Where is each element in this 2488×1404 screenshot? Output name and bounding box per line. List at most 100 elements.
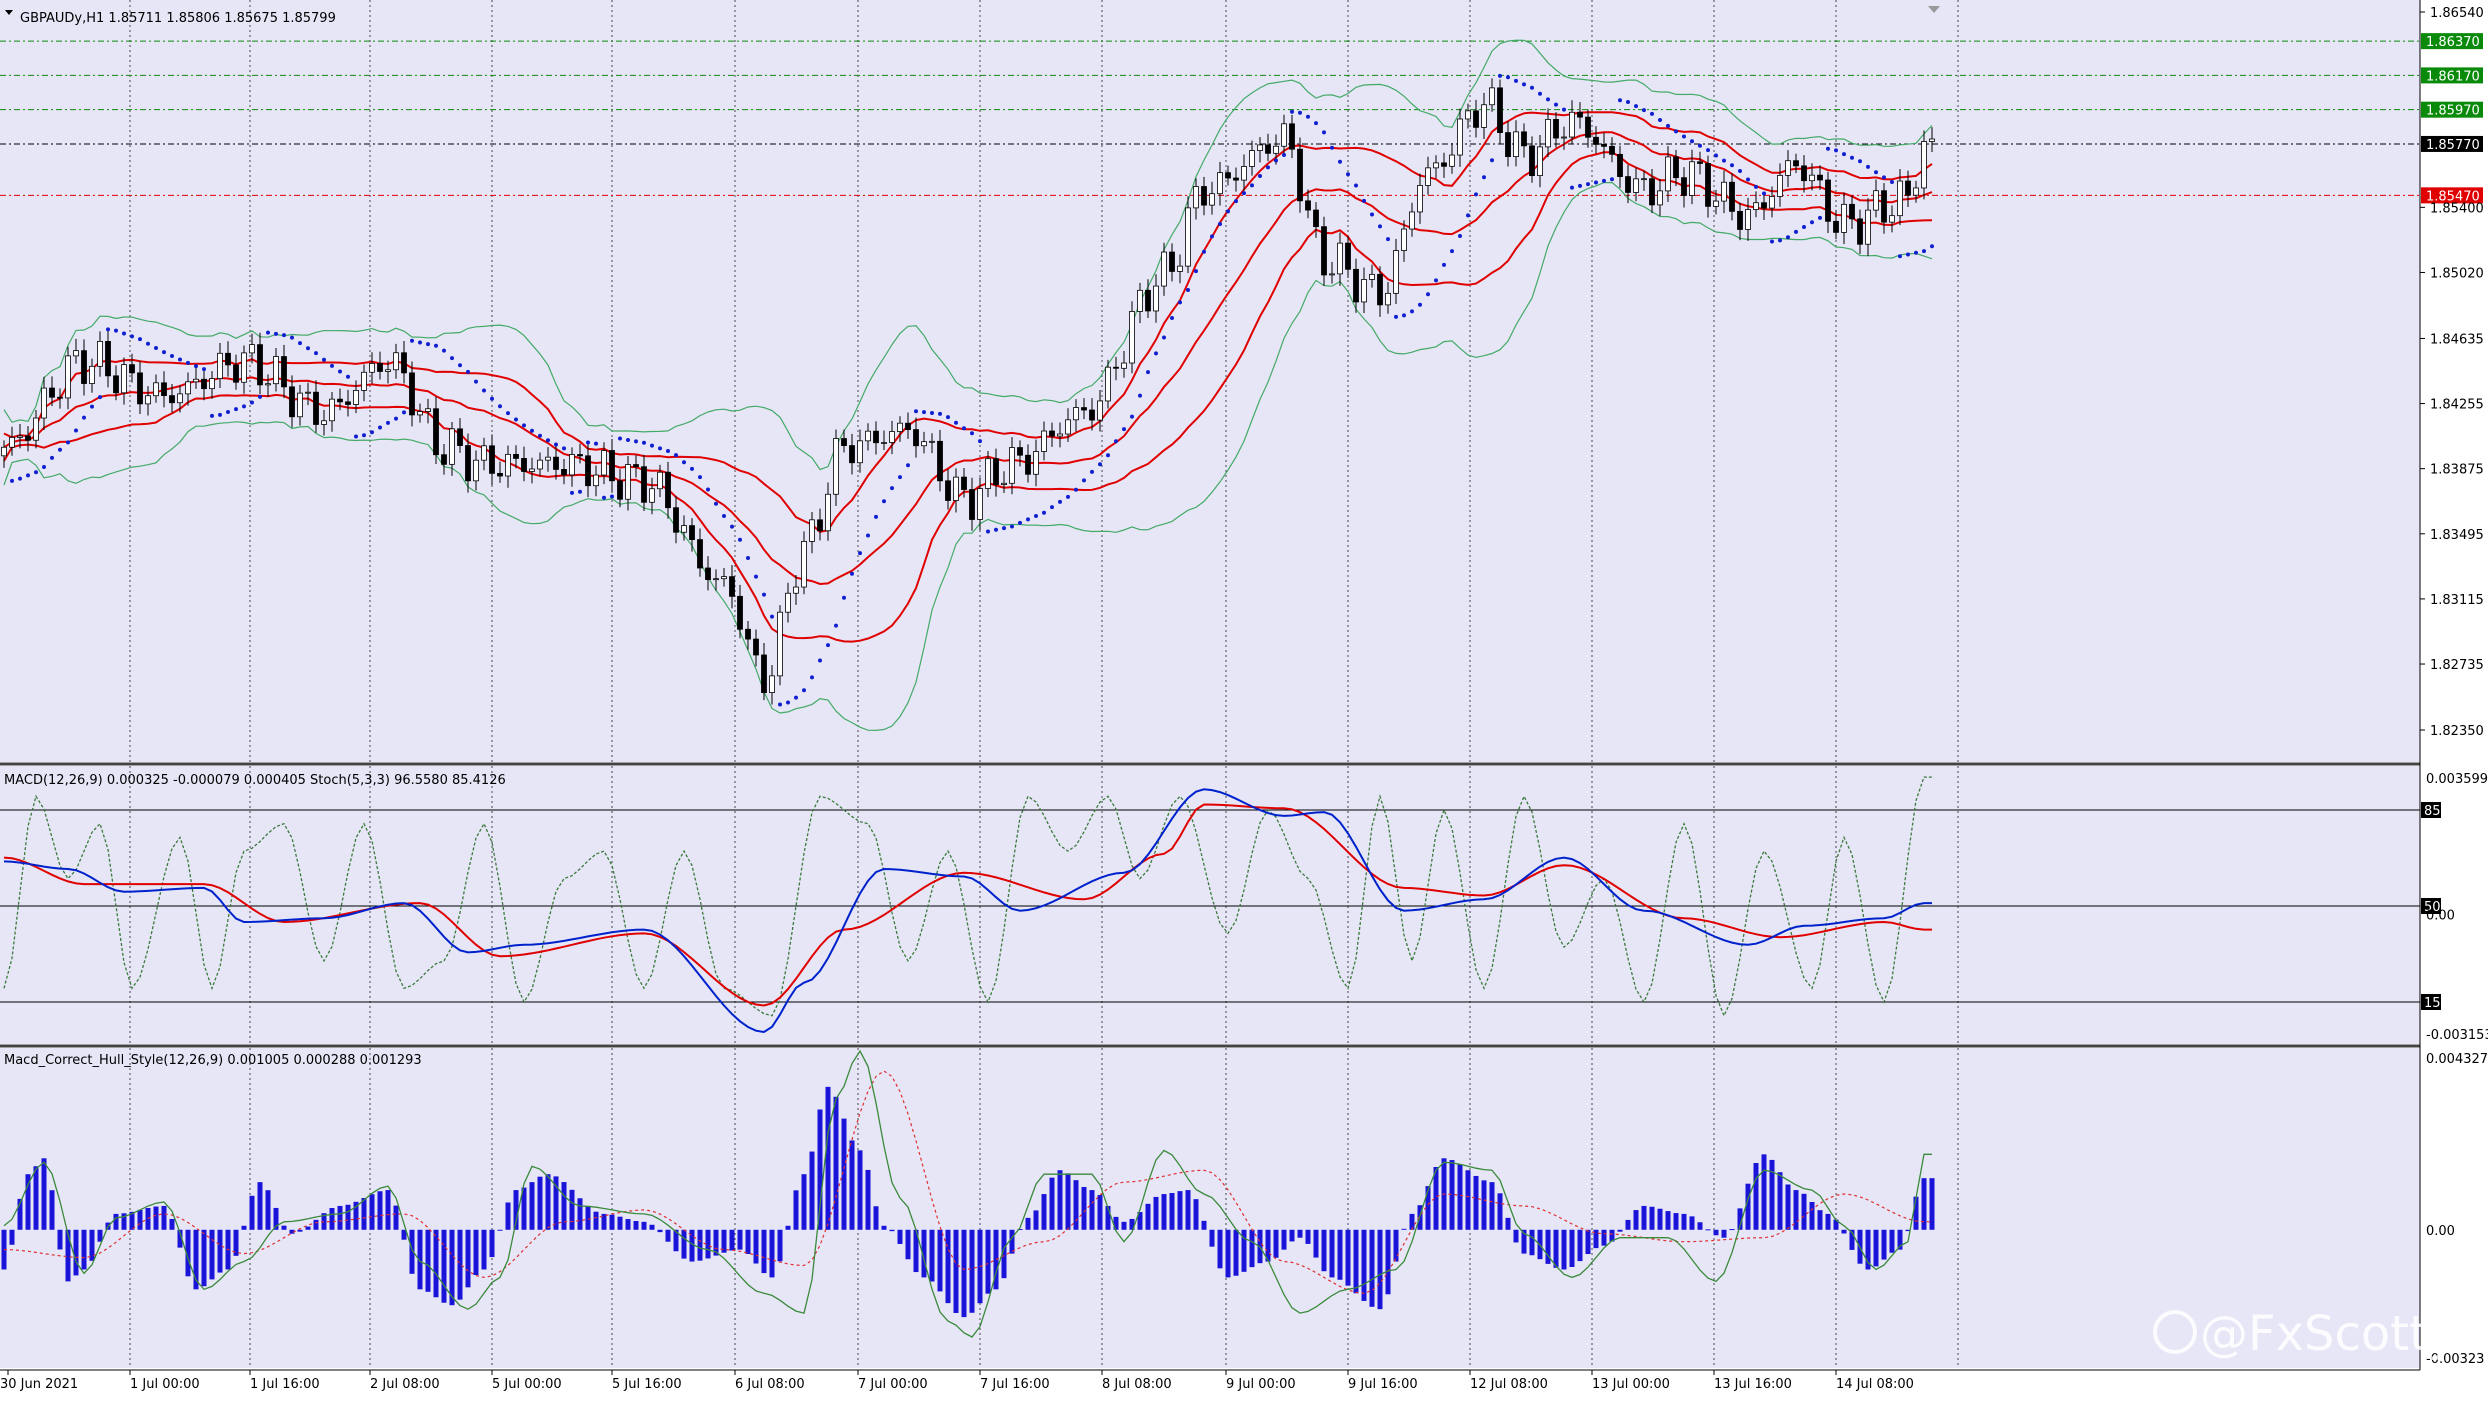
- candle-bull: [1033, 451, 1039, 475]
- psar-dot: [802, 688, 806, 693]
- candle-bear: [729, 576, 735, 597]
- candle-bull: [1193, 186, 1199, 209]
- candle-bull: [793, 586, 799, 594]
- psar-dot: [226, 409, 230, 414]
- hull-hist-bar: [1489, 1182, 1495, 1230]
- candle-bull: [1689, 161, 1695, 196]
- psar-dot: [826, 643, 830, 648]
- candle-bull: [1065, 419, 1071, 435]
- time-tick-label: 30 Jun 2021: [0, 1377, 78, 1392]
- hull-hist-bar: [737, 1229, 743, 1250]
- psar-dot: [578, 489, 582, 494]
- price-level-tag-label: 1.86170: [2426, 69, 2480, 84]
- psar-dot: [1386, 237, 1390, 242]
- candle-bull: [1657, 190, 1663, 206]
- hull-hist-bar: [1705, 1229, 1711, 1231]
- candle-bull: [1281, 123, 1287, 147]
- psar-dot: [122, 331, 126, 336]
- hull-hist-bar: [1601, 1229, 1607, 1246]
- hull-hist-bar: [905, 1229, 911, 1260]
- psar-dot: [26, 473, 30, 478]
- candle-bear: [705, 567, 711, 580]
- candle-bear: [1321, 226, 1327, 276]
- psar-dot: [562, 446, 566, 451]
- hull-hist-bar: [1889, 1229, 1895, 1253]
- candle-bull: [681, 525, 687, 533]
- candle-bull: [721, 576, 727, 580]
- candle-bear: [281, 356, 287, 388]
- candle-bull: [1409, 211, 1415, 230]
- psar-dot: [618, 436, 622, 441]
- hull-hist-bar: [1065, 1173, 1071, 1230]
- candle-bear: [1673, 156, 1679, 179]
- hull-hist-bar: [385, 1190, 391, 1230]
- candle-bull: [833, 438, 839, 495]
- psar-dot: [106, 327, 110, 332]
- psar-dot: [738, 537, 742, 542]
- hull-hist-bar: [1225, 1229, 1231, 1278]
- price-tick-label: 1.84255: [2430, 398, 2484, 413]
- candle-bear: [737, 595, 743, 630]
- hull-hist-bar: [641, 1221, 647, 1230]
- candle-bull: [41, 387, 47, 419]
- psar-dot: [1346, 172, 1350, 177]
- psar-dot: [1114, 439, 1118, 444]
- psar-dot: [858, 551, 862, 556]
- candle-bear: [969, 489, 975, 520]
- hull-hist-bar: [1577, 1229, 1583, 1262]
- psar-dot: [314, 351, 318, 356]
- psar-dot: [266, 330, 270, 335]
- hull-hist-bar: [1297, 1229, 1303, 1238]
- psar-dot: [1098, 462, 1102, 467]
- candle-bull: [769, 675, 775, 693]
- psar-dot: [1018, 520, 1022, 525]
- hull-hist-bar: [1729, 1229, 1735, 1231]
- hull-hist-bar: [1025, 1217, 1031, 1230]
- hull-hist-bar: [1529, 1229, 1535, 1256]
- candle-bull: [1921, 141, 1927, 189]
- candle-bull: [1713, 200, 1719, 207]
- candle-bull: [1665, 156, 1671, 192]
- time-tick-label: 5 Jul 00:00: [492, 1377, 562, 1392]
- candle-bear: [1577, 111, 1583, 118]
- psar-dot: [786, 700, 790, 705]
- candle-bear: [689, 525, 695, 540]
- psar-dot: [1146, 370, 1150, 375]
- candle-bear: [1345, 242, 1351, 270]
- hull-hist-bar: [657, 1229, 663, 1233]
- psar-dot: [1698, 143, 1702, 148]
- price-level-tag-label: 1.85770: [2426, 138, 2480, 153]
- candle-bear: [1609, 145, 1615, 155]
- psar-dot: [1482, 175, 1486, 180]
- hull-hist-bar: [1625, 1219, 1631, 1230]
- hull-hist-bar: [785, 1225, 791, 1230]
- candle-bull: [889, 431, 895, 443]
- psar-dot: [90, 404, 94, 409]
- candle-bull: [1329, 273, 1335, 276]
- candle-bull: [249, 344, 255, 354]
- hull-hist-bar: [217, 1229, 223, 1273]
- candle-bull: [1889, 215, 1895, 223]
- psar-dot: [794, 695, 798, 700]
- candle-bear: [1681, 177, 1687, 196]
- watermark-text: @FxScotty: [2200, 1306, 2456, 1362]
- candle-bear: [1505, 132, 1511, 158]
- candle-bull: [145, 395, 151, 405]
- psar-dot: [1178, 300, 1182, 305]
- candle-bear: [1081, 407, 1087, 411]
- candle-bear: [489, 445, 495, 474]
- psar-dot: [1642, 108, 1646, 113]
- candle-bear: [1265, 144, 1271, 154]
- candle-bull: [625, 464, 631, 500]
- hull-hist-bar: [1193, 1199, 1199, 1230]
- psar-dot: [514, 417, 518, 422]
- candle-bull: [1865, 209, 1871, 245]
- hull-hist-bar: [49, 1190, 55, 1230]
- candle-bear: [25, 435, 31, 441]
- hull-hist-bar: [1121, 1221, 1127, 1230]
- psar-dot: [82, 415, 86, 420]
- hull-hist-bar: [761, 1229, 767, 1274]
- candle-bull: [121, 364, 127, 394]
- hull-hist-bar: [1145, 1203, 1151, 1230]
- psar-dot: [1274, 158, 1278, 163]
